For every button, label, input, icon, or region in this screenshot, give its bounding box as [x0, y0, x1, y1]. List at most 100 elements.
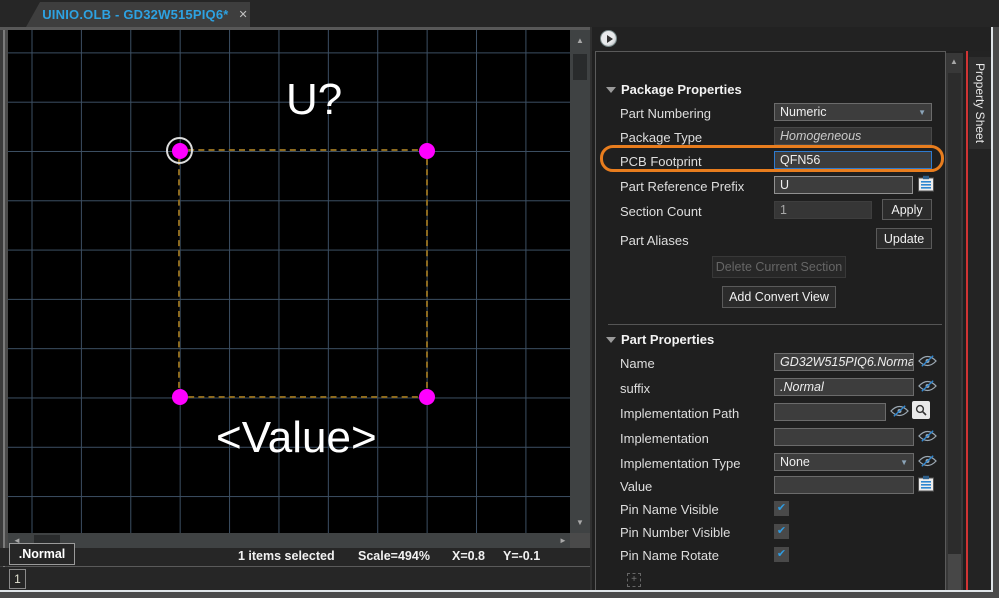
suffix-label: suffix: [620, 381, 650, 396]
eye-slash-icon[interactable]: [918, 379, 937, 393]
check-icon: ✔: [777, 525, 786, 537]
part-body-selection-rect[interactable]: [178, 149, 428, 398]
property-sheet-tab-label: Property Sheet: [973, 63, 987, 143]
application-window: UINIO.OLB - GD32W515PIQ6* ✕ U? <Value> ▲…: [0, 0, 999, 598]
document-tab[interactable]: UINIO.OLB - GD32W515PIQ6* ✕: [26, 2, 250, 27]
page-tab-row: [0, 567, 590, 590]
package-type-field: Homogeneous: [774, 127, 932, 145]
check-icon: ✔: [777, 502, 786, 514]
scroll-right-icon[interactable]: ►: [559, 537, 567, 545]
selection-handle-bottom-left[interactable]: [172, 389, 188, 405]
name-field[interactable]: GD32W515PIQ6.Normal: [774, 353, 914, 371]
pcb-footprint-field[interactable]: QFN56: [774, 151, 932, 169]
window-border-right-outer: [993, 27, 999, 592]
name-label: Name: [620, 356, 655, 371]
section-count-label: Section Count: [620, 204, 702, 219]
plus-icon: +: [631, 574, 637, 585]
pin-name-visible-label: Pin Name Visible: [620, 502, 719, 517]
canvas-horizontal-scrollbar[interactable]: ◄ ►: [8, 533, 570, 548]
check-icon: ✔: [777, 548, 786, 560]
property-sheet-panel: Package Properties Part Numbering Numeri…: [592, 27, 991, 590]
eye-slash-icon[interactable]: [890, 404, 909, 418]
scroll-up-icon[interactable]: ▲: [950, 57, 958, 66]
pin-name-rotate-checkbox[interactable]: ✔: [774, 547, 789, 562]
part-reference-text[interactable]: U?: [286, 75, 342, 125]
assign-property-icon[interactable]: [917, 175, 935, 192]
eye-slash-icon[interactable]: [918, 429, 937, 443]
panel-header-strip: [592, 27, 991, 51]
page-tab-1[interactable]: 1: [9, 569, 26, 589]
chevron-down-icon: ▼: [900, 458, 908, 467]
status-y-coordinate: Y=-0.1: [503, 549, 540, 563]
panel-scroll-thumb[interactable]: [948, 73, 961, 554]
package-properties-title: Package Properties: [621, 82, 742, 97]
scroll-down-icon[interactable]: ▼: [576, 519, 584, 527]
status-selection-count: 1 items selected: [238, 549, 335, 563]
section-divider: [608, 324, 942, 325]
view-tab-normal[interactable]: .Normal: [9, 543, 75, 565]
assign-property-icon[interactable]: [917, 475, 935, 492]
apply-button[interactable]: Apply: [882, 199, 932, 220]
implementation-type-value: None: [780, 455, 810, 469]
add-convert-view-button[interactable]: Add Convert View: [722, 286, 836, 308]
suffix-field[interactable]: .Normal: [774, 378, 914, 396]
value-field[interactable]: [774, 476, 914, 494]
implementation-path-label: Implementation Path: [620, 406, 739, 421]
browse-library-button[interactable]: [912, 401, 930, 419]
collapse-part-icon[interactable]: [606, 337, 616, 343]
implementation-field[interactable]: [774, 428, 914, 446]
eye-slash-icon[interactable]: [918, 354, 937, 368]
delete-current-section-button: Delete Current Section: [712, 256, 846, 278]
pin-number-visible-checkbox[interactable]: ✔: [774, 524, 789, 539]
update-button-label: Update: [884, 232, 924, 246]
part-numbering-dropdown[interactable]: Numeric ▼: [774, 103, 932, 121]
part-reference-prefix-field[interactable]: U: [774, 176, 913, 194]
selection-handle-top-right[interactable]: [419, 143, 435, 159]
part-aliases-label: Part Aliases: [620, 233, 689, 248]
panel-menu-icon[interactable]: [600, 30, 617, 47]
update-button[interactable]: Update: [876, 228, 932, 249]
implementation-type-label: Implementation Type: [620, 456, 740, 471]
value-label: Value: [620, 479, 652, 494]
window-border-bottom-outer: [0, 592, 999, 598]
pin-name-rotate-label: Pin Name Rotate: [620, 548, 719, 563]
pin-number-visible-label: Pin Number Visible: [620, 525, 730, 540]
eye-slash-icon[interactable]: [918, 454, 937, 468]
part-properties-title: Part Properties: [621, 332, 714, 347]
view-tab-label: .Normal: [19, 547, 66, 561]
scroll-up-icon[interactable]: ▲: [576, 37, 584, 45]
collapse-package-icon[interactable]: [606, 87, 616, 93]
delete-current-section-label: Delete Current Section: [716, 260, 842, 274]
add-convert-view-label: Add Convert View: [729, 290, 829, 304]
chevron-down-icon: ▼: [918, 108, 926, 117]
status-scale: Scale=494%: [358, 549, 430, 563]
panel-scroll-track[interactable]: [948, 554, 961, 590]
window-border-left: [0, 27, 8, 592]
pcb-footprint-label: PCB Footprint: [620, 154, 702, 169]
implementation-type-dropdown[interactable]: None ▼: [774, 453, 914, 471]
tab-close-icon[interactable]: ✕: [239, 8, 248, 21]
add-property-icon[interactable]: +: [627, 573, 641, 587]
status-x-coordinate: X=0.8: [452, 549, 485, 563]
properties-group: Package Properties Part Numbering Numeri…: [595, 51, 946, 590]
tab-property-sheet[interactable]: Property Sheet: [969, 57, 991, 149]
search-icon: [915, 404, 927, 416]
canvas-vscroll-thumb[interactable]: [573, 54, 587, 80]
implementation-path-field[interactable]: [774, 403, 886, 421]
part-numbering-value: Numeric: [780, 105, 827, 119]
apply-button-label: Apply: [891, 203, 922, 217]
section-count-field: 1: [774, 201, 872, 219]
part-numbering-label: Part Numbering: [620, 106, 711, 121]
canvas-vertical-scrollbar[interactable]: ▲ ▼: [570, 30, 590, 533]
pin-name-visible-checkbox[interactable]: ✔: [774, 501, 789, 516]
schematic-canvas[interactable]: U? <Value>: [8, 30, 570, 533]
implementation-label: Implementation: [620, 431, 709, 446]
part-reference-prefix-label: Part Reference Prefix: [620, 179, 744, 194]
selection-handle-top-left[interactable]: [172, 143, 188, 159]
selection-handle-bottom-right[interactable]: [419, 389, 435, 405]
document-tab-bar: UINIO.OLB - GD32W515PIQ6* ✕: [0, 0, 999, 27]
package-type-label: Package Type: [620, 130, 702, 145]
panel-scrollbar[interactable]: ▲: [946, 53, 963, 590]
document-tab-title: UINIO.OLB - GD32W515PIQ6*: [42, 7, 228, 22]
part-value-text[interactable]: <Value>: [216, 413, 377, 463]
